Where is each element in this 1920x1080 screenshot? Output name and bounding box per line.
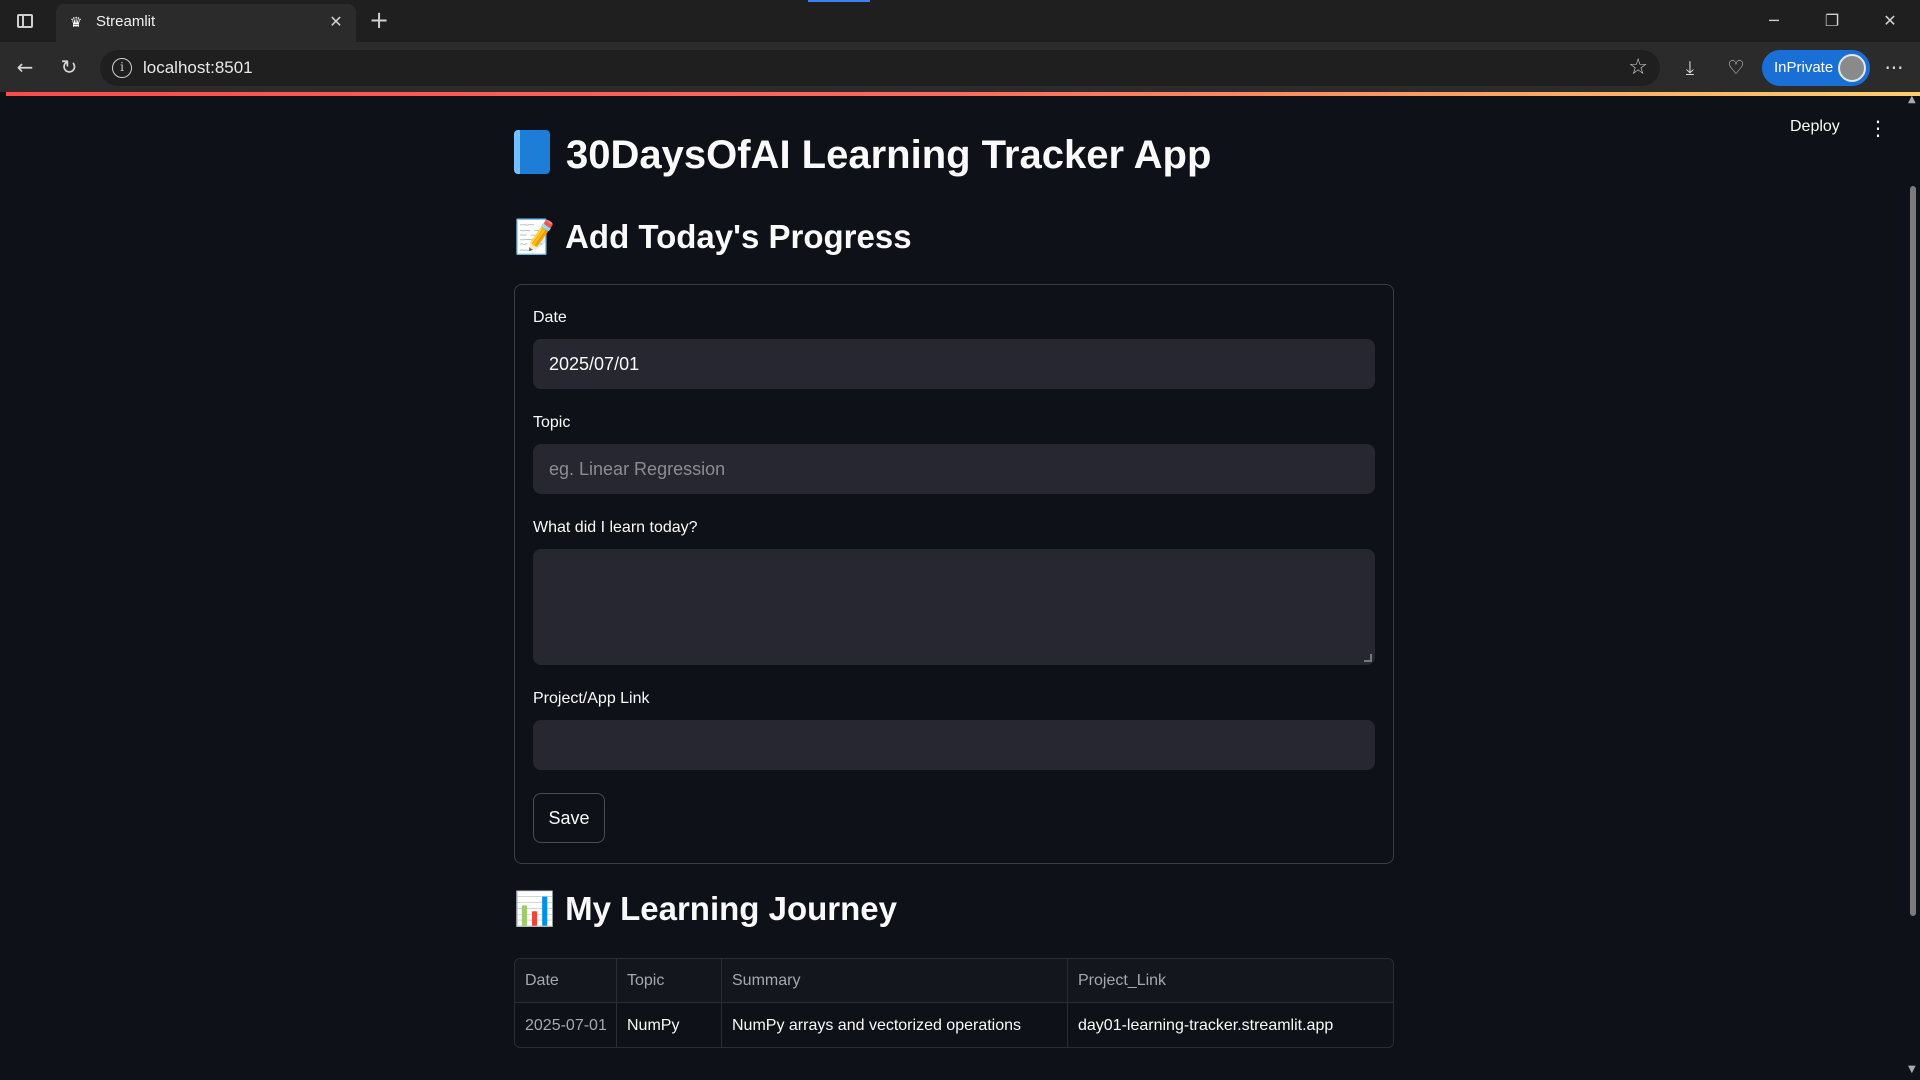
- table-header: Date Topic Summary Project_Link: [515, 959, 1393, 1003]
- chart-icon: 📊: [514, 890, 556, 927]
- inprivate-button[interactable]: InPrivate: [1762, 50, 1870, 86]
- main-content: 30DaysOfAI Learning Tracker App 📝 Add Tod…: [514, 92, 1394, 1080]
- cell-date[interactable]: 2025-07-01: [515, 1003, 617, 1047]
- memo-icon: 📝: [514, 218, 556, 255]
- download-icon[interactable]: ⤓: [1676, 54, 1704, 82]
- inprivate-label: InPrivate: [1774, 59, 1834, 76]
- info-icon[interactable]: i: [112, 58, 132, 78]
- journey-table[interactable]: Date Topic Summary Project_Link 2025-07-…: [514, 958, 1394, 1048]
- date-label: Date: [533, 309, 567, 326]
- resize-handle[interactable]: [1364, 654, 1372, 662]
- column-header[interactable]: Topic: [617, 959, 722, 1003]
- page-title: 30DaysOfAI Learning Tracker App: [566, 133, 1212, 177]
- avatar: [1838, 54, 1866, 82]
- topic-input[interactable]: eg. Linear Regression: [533, 444, 1375, 494]
- link-label: Project/App Link: [533, 690, 650, 707]
- journey-heading-row: 📊 My Learning Journey: [514, 890, 897, 929]
- restore-button[interactable]: ❐: [1812, 8, 1852, 34]
- progress-form: Date 2025/07/01 Topic eg. Linear Regress…: [514, 284, 1394, 864]
- close-icon[interactable]: ✕: [326, 12, 346, 32]
- form-heading: Add Today's Progress: [565, 218, 912, 255]
- table-row[interactable]: 2025-07-01 NumPy NumPy arrays and vector…: [515, 1003, 1393, 1047]
- browser-toolbar: ← ↻ i localhost:8501 ☆ ⤓ ♡ InPrivate ···: [0, 42, 1920, 92]
- heartbeat-icon[interactable]: ♡: [1722, 54, 1750, 82]
- address-bar[interactable]: i localhost:8501 ☆: [100, 50, 1660, 86]
- tab-sidebar-button[interactable]: [12, 9, 38, 33]
- sidebar-toggle-icon: [17, 14, 33, 28]
- column-header[interactable]: Date: [515, 959, 617, 1003]
- journey-heading: My Learning Journey: [565, 890, 897, 927]
- form-heading-row: 📝 Add Today's Progress: [514, 218, 912, 257]
- learned-label: What did I learn today?: [533, 519, 698, 536]
- minimize-button[interactable]: ─: [1754, 8, 1794, 34]
- more-icon[interactable]: ···: [1880, 54, 1908, 82]
- browser-tab[interactable]: ♛ Streamlit ✕: [56, 4, 356, 42]
- streamlit-crown-icon: ♛: [69, 15, 83, 31]
- save-button[interactable]: Save: [533, 793, 605, 843]
- scroll-thumb[interactable]: [1910, 186, 1916, 916]
- app-viewport: Deploy ⋮ ▲ ▼ 30DaysOfAI Learning Tracker…: [6, 92, 1920, 1080]
- topic-label: Topic: [533, 414, 571, 431]
- plus-icon[interactable]: +: [366, 7, 392, 33]
- book-icon: [514, 130, 550, 174]
- date-input[interactable]: 2025/07/01: [533, 339, 1375, 389]
- back-icon[interactable]: ←: [12, 54, 38, 80]
- column-header[interactable]: Project_Link: [1068, 959, 1393, 1003]
- link-input[interactable]: [533, 720, 1375, 770]
- refresh-icon[interactable]: ↻: [56, 54, 82, 80]
- cell-topic[interactable]: NumPy: [617, 1003, 722, 1047]
- url-text[interactable]: localhost:8501: [143, 58, 253, 78]
- star-icon[interactable]: ☆: [1628, 55, 1648, 80]
- browser-titlebar: ♛ Streamlit ✕ + ─ ❐ ✕: [0, 0, 1920, 42]
- kebab-menu-icon[interactable]: ⋮: [1868, 116, 1888, 140]
- scroll-up-icon[interactable]: ▲: [1908, 94, 1916, 105]
- page-title-row: 30DaysOfAI Learning Tracker App: [514, 130, 1211, 178]
- column-header[interactable]: Summary: [722, 959, 1068, 1003]
- cell-project-link[interactable]: day01-learning-tracker.streamlit.app: [1068, 1003, 1393, 1047]
- scrollbar[interactable]: ▲ ▼: [1904, 92, 1920, 1080]
- deploy-button[interactable]: Deploy: [1790, 118, 1840, 136]
- title-accent: [808, 0, 870, 2]
- scroll-down-icon[interactable]: ▼: [1908, 1064, 1916, 1075]
- tab-title: Streamlit: [96, 13, 156, 30]
- learned-textarea[interactable]: [533, 549, 1375, 665]
- window-close-button[interactable]: ✕: [1870, 8, 1910, 34]
- cell-summary[interactable]: NumPy arrays and vectorized operations: [722, 1003, 1068, 1047]
